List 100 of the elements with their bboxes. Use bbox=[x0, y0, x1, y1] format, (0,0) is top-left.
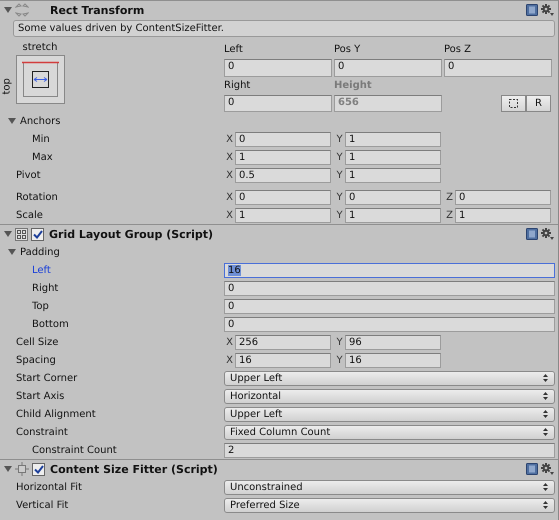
axis-label: Y bbox=[335, 192, 344, 202]
help-icon[interactable] bbox=[526, 463, 538, 475]
axis-label: Y bbox=[335, 134, 344, 144]
component-title: Rect Transform bbox=[50, 4, 144, 16]
foldout-label[interactable]: Padding bbox=[20, 246, 228, 258]
property-label: Right bbox=[31, 282, 60, 294]
axis-label: X bbox=[225, 354, 234, 366]
number-field[interactable]: 1 bbox=[235, 208, 331, 222]
property-label: Horizontal Fit bbox=[15, 482, 83, 492]
dropdown[interactable]: Preferred Size bbox=[224, 498, 555, 512]
number-field[interactable]: 0 bbox=[235, 190, 331, 204]
number-field[interactable]: 1 bbox=[345, 150, 441, 164]
dropdown[interactable]: Unconstrained bbox=[224, 480, 555, 494]
property-label: Vertical Fit bbox=[15, 500, 70, 510]
axis-label: X bbox=[225, 210, 234, 220]
enable-checkbox[interactable] bbox=[32, 462, 45, 476]
axis-label: Y bbox=[335, 354, 344, 366]
foldout-arrow-icon[interactable] bbox=[4, 6, 12, 14]
axis-label: X bbox=[225, 192, 234, 202]
foldout-arrow-icon[interactable] bbox=[8, 248, 16, 256]
property-label: Child Alignment bbox=[15, 408, 97, 420]
property-label: Scale bbox=[15, 210, 44, 220]
info-message: Some values driven by ContentSizeFitter. bbox=[13, 20, 555, 37]
property-label: Min bbox=[31, 134, 51, 144]
anchor-preset-icon[interactable] bbox=[16, 55, 64, 104]
grid-icon bbox=[15, 228, 28, 240]
component-title: Grid Layout Group (Script) bbox=[49, 228, 214, 240]
horizontal-anchor-label: stretch bbox=[22, 42, 58, 53]
number-field[interactable]: 16 bbox=[235, 352, 331, 368]
position-label: Pos Y bbox=[334, 43, 362, 57]
blueprint-mode-button[interactable] bbox=[501, 95, 526, 112]
settings-icon[interactable] bbox=[541, 463, 554, 475]
axis-label: Y bbox=[335, 336, 344, 348]
number-field[interactable]: 0 bbox=[224, 94, 332, 112]
number-field[interactable]: 16 bbox=[224, 262, 555, 278]
dropdown[interactable]: Horizontal bbox=[224, 388, 555, 404]
number-field[interactable]: 0 bbox=[334, 59, 442, 76]
number-field[interactable]: 256 bbox=[235, 334, 331, 350]
up-down-arrows-icon bbox=[543, 374, 548, 382]
axis-label: X bbox=[225, 336, 234, 348]
up-down-arrows-icon bbox=[543, 410, 548, 418]
number-field[interactable]: 0 bbox=[444, 59, 552, 76]
number-field[interactable]: 0 bbox=[224, 59, 332, 76]
component-title: Content Size Fitter (Script) bbox=[50, 462, 218, 476]
foldout-arrow-icon[interactable] bbox=[8, 117, 16, 125]
property-label: Bottom bbox=[31, 318, 70, 330]
number-field[interactable]: 96 bbox=[345, 334, 441, 350]
raw-edit-button[interactable]: R bbox=[526, 95, 551, 112]
settings-icon[interactable] bbox=[541, 228, 554, 240]
number-field[interactable]: 0 bbox=[224, 280, 555, 296]
axis-label: X bbox=[225, 152, 234, 162]
axis-label: X bbox=[225, 134, 234, 144]
axis-label: Z bbox=[445, 210, 454, 220]
number-field[interactable]: 1 bbox=[235, 150, 331, 164]
content-fitter-icon bbox=[15, 462, 29, 476]
number-field[interactable]: 0.5 bbox=[235, 168, 331, 182]
position-label: Pos Z bbox=[444, 43, 472, 57]
axis-label: Y bbox=[335, 152, 344, 162]
number-field[interactable]: 0 bbox=[235, 132, 331, 146]
property-label: Constraint Count bbox=[31, 444, 118, 456]
property-label: Start Axis bbox=[15, 390, 66, 402]
number-field[interactable]: 1 bbox=[345, 132, 441, 146]
position-label: Height bbox=[334, 78, 373, 92]
dashed-square-icon bbox=[509, 99, 518, 108]
number-field[interactable]: 1 bbox=[345, 208, 441, 222]
property-label: Pivot bbox=[15, 170, 42, 180]
number-field[interactable]: 2 bbox=[224, 442, 555, 458]
up-down-arrows-icon bbox=[543, 501, 548, 509]
number-field[interactable]: 1 bbox=[345, 168, 441, 182]
enable-checkbox[interactable] bbox=[31, 228, 44, 240]
number-field[interactable]: 0 bbox=[224, 316, 555, 332]
axis-label: Y bbox=[335, 210, 344, 220]
position-label: Right bbox=[224, 78, 252, 92]
property-label: Rotation bbox=[15, 192, 59, 202]
foldout-label[interactable]: Anchors bbox=[20, 116, 228, 126]
property-label: Cell Size bbox=[15, 336, 60, 348]
up-down-arrows-icon bbox=[543, 483, 548, 491]
dropdown[interactable]: Upper Left bbox=[224, 370, 555, 386]
number-field[interactable]: 0 bbox=[224, 298, 555, 314]
foldout-arrow-icon[interactable] bbox=[4, 465, 12, 473]
axis-label: X bbox=[225, 170, 234, 180]
property-label: Max bbox=[31, 152, 54, 162]
property-label: Top bbox=[31, 300, 50, 312]
position-label: Left bbox=[224, 43, 244, 57]
axis-label: Z bbox=[445, 192, 454, 202]
number-field[interactable]: 0 bbox=[345, 190, 441, 204]
dropdown[interactable]: Fixed Column Count bbox=[224, 424, 555, 440]
up-down-arrows-icon bbox=[543, 392, 548, 400]
axis-label: Y bbox=[335, 170, 344, 180]
number-field[interactable]: 0 bbox=[455, 190, 551, 204]
foldout-arrow-icon[interactable] bbox=[4, 230, 12, 238]
dropdown[interactable]: Upper Left bbox=[224, 406, 555, 422]
number-field[interactable]: 1 bbox=[455, 208, 551, 222]
rect-transform-icon bbox=[15, 3, 29, 17]
number-field[interactable]: 16 bbox=[345, 352, 441, 368]
up-down-arrows-icon bbox=[543, 428, 548, 436]
property-label: Constraint bbox=[15, 426, 69, 438]
settings-icon[interactable] bbox=[541, 4, 554, 16]
help-icon[interactable] bbox=[526, 4, 538, 16]
help-icon[interactable] bbox=[526, 228, 538, 240]
